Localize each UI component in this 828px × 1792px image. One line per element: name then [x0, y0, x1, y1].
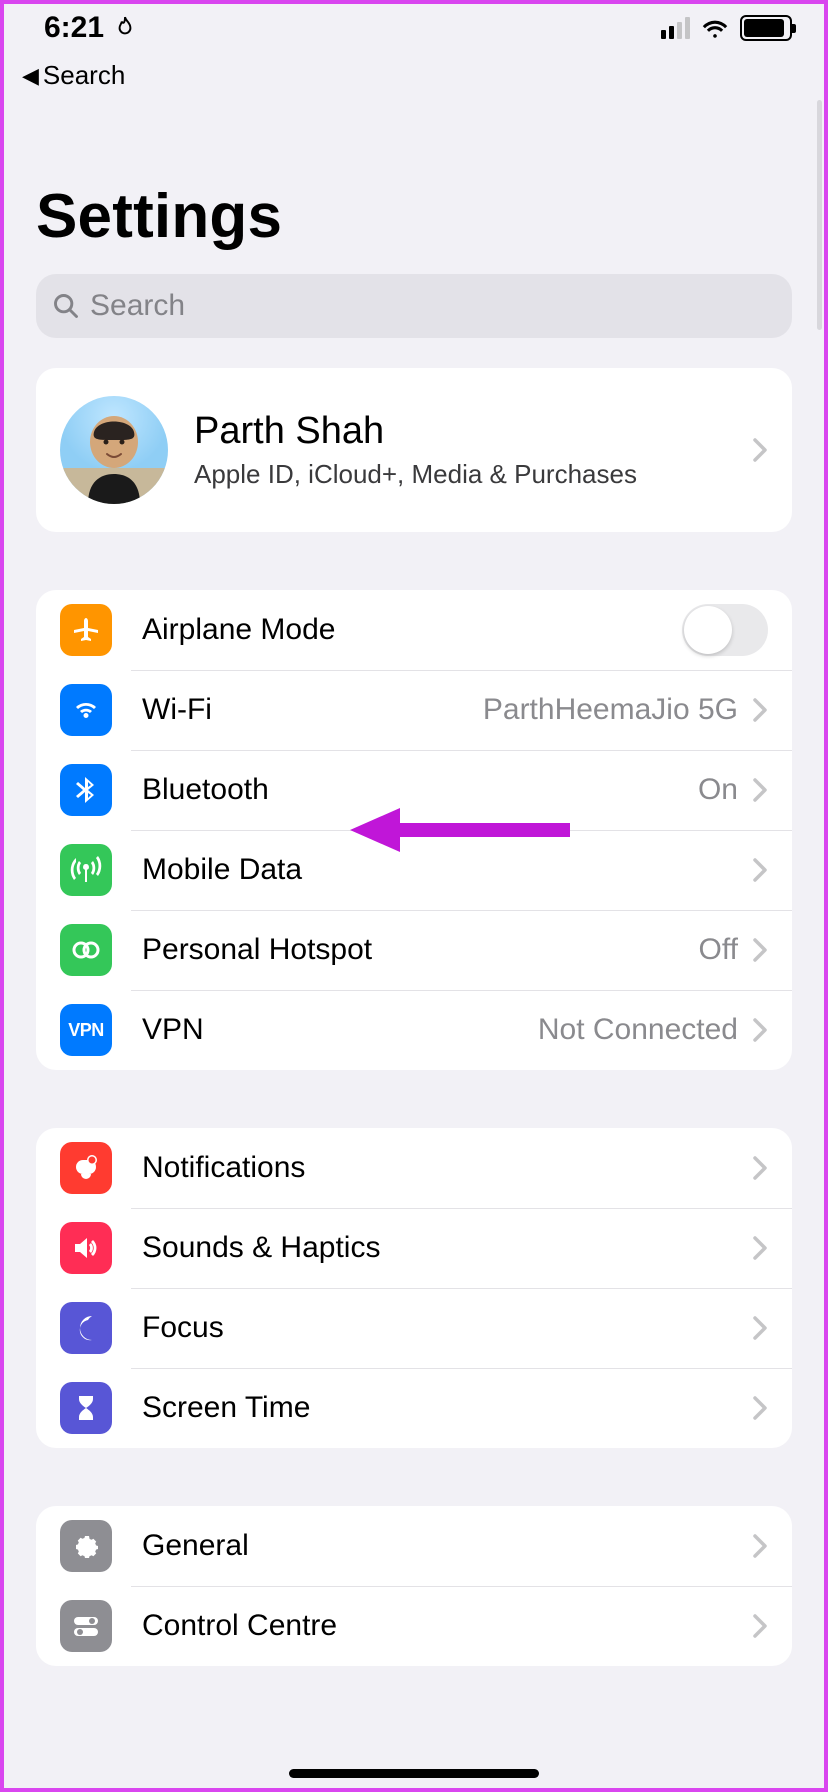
chevron-right-icon: [752, 1155, 768, 1181]
row-label: Notifications: [142, 1151, 752, 1185]
signal-icon: [661, 17, 690, 39]
battery-icon: [740, 15, 792, 41]
row-label: Wi-Fi: [142, 693, 483, 727]
status-time: 6:21: [44, 11, 104, 45]
chevron-right-icon: [752, 857, 768, 883]
control-centre-row[interactable]: Control Centre: [36, 1586, 792, 1666]
row-value: Off: [699, 933, 738, 967]
hourglass-icon: [60, 1382, 112, 1434]
search-icon: [52, 292, 80, 320]
row-label: VPN: [142, 1013, 538, 1047]
row-label: Control Centre: [142, 1609, 752, 1643]
row-value: Not Connected: [538, 1013, 738, 1047]
notifications-group: Notifications Sounds & Haptics Focus Scr…: [36, 1128, 792, 1448]
vpn-row[interactable]: VPN VPN Not Connected: [36, 990, 792, 1070]
search-input[interactable]: [90, 289, 776, 323]
row-label: General: [142, 1529, 752, 1563]
chevron-right-icon: [752, 1315, 768, 1341]
row-label: Mobile Data: [142, 853, 752, 887]
moon-icon: [60, 1302, 112, 1354]
flame-icon: [112, 15, 138, 41]
row-label: Sounds & Haptics: [142, 1231, 752, 1265]
home-indicator[interactable]: [289, 1769, 539, 1778]
hotspot-row[interactable]: Personal Hotspot Off: [36, 910, 792, 990]
chevron-right-icon: [752, 1017, 768, 1043]
page-title: Settings: [0, 97, 828, 264]
airplane-toggle[interactable]: [682, 604, 768, 656]
chevron-right-icon: [752, 697, 768, 723]
chevron-right-icon: [752, 777, 768, 803]
back-chevron-icon: ◀: [22, 63, 39, 89]
speaker-icon: [60, 1222, 112, 1274]
back-label: Search: [43, 60, 125, 91]
avatar: [60, 396, 168, 504]
sounds-row[interactable]: Sounds & Haptics: [36, 1208, 792, 1288]
row-value: On: [698, 773, 738, 807]
chevron-right-icon: [752, 1235, 768, 1261]
search-field[interactable]: [36, 274, 792, 338]
profile-subtitle: Apple ID, iCloud+, Media & Purchases: [194, 459, 726, 490]
chevron-right-icon: [752, 937, 768, 963]
vpn-icon: VPN: [60, 1004, 112, 1056]
chevron-right-icon: [752, 1613, 768, 1639]
general-row[interactable]: General: [36, 1506, 792, 1586]
chevron-right-icon: [752, 1395, 768, 1421]
chevron-right-icon: [752, 1533, 768, 1559]
airplane-icon: [60, 604, 112, 656]
antenna-icon: [60, 844, 112, 896]
wifi-settings-icon: [60, 684, 112, 736]
screentime-row[interactable]: Screen Time: [36, 1368, 792, 1448]
focus-row[interactable]: Focus: [36, 1288, 792, 1368]
mobile-data-row[interactable]: Mobile Data: [36, 830, 792, 910]
bluetooth-icon: [60, 764, 112, 816]
gear-icon: [60, 1520, 112, 1572]
row-label: Focus: [142, 1311, 752, 1345]
scroll-indicator[interactable]: [817, 100, 822, 330]
notifications-row[interactable]: Notifications: [36, 1128, 792, 1208]
bluetooth-row[interactable]: Bluetooth On: [36, 750, 792, 830]
connectivity-group: Airplane Mode Wi-Fi ParthHeemaJio 5G Blu…: [36, 590, 792, 1070]
general-group: General Control Centre: [36, 1506, 792, 1666]
toggle-icon: [60, 1600, 112, 1652]
airplane-mode-row[interactable]: Airplane Mode: [36, 590, 792, 670]
row-label: Personal Hotspot: [142, 933, 699, 967]
row-value: ParthHeemaJio 5G: [483, 693, 738, 727]
wifi-icon: [700, 17, 730, 39]
chevron-right-icon: [752, 437, 768, 463]
back-button[interactable]: ◀ Search: [0, 56, 828, 97]
wifi-row[interactable]: Wi-Fi ParthHeemaJio 5G: [36, 670, 792, 750]
bell-icon: [60, 1142, 112, 1194]
hotspot-icon: [60, 924, 112, 976]
status-bar: 6:21: [0, 0, 828, 56]
row-label: Airplane Mode: [142, 613, 682, 647]
profile-name: Parth Shah: [194, 410, 726, 453]
row-label: Bluetooth: [142, 773, 698, 807]
profile-row[interactable]: Parth Shah Apple ID, iCloud+, Media & Pu…: [36, 368, 792, 532]
row-label: Screen Time: [142, 1391, 752, 1425]
